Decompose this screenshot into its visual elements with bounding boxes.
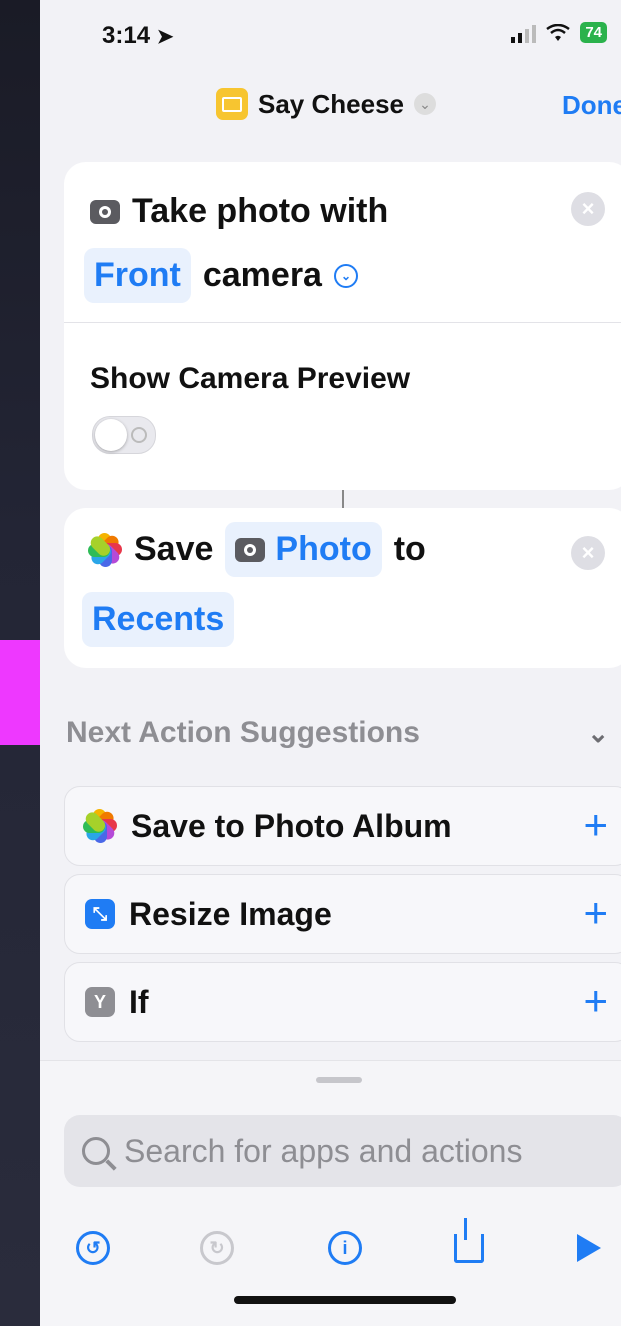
search-input[interactable]: Search for apps and actions: [64, 1115, 621, 1187]
done-button[interactable]: Done: [562, 90, 621, 121]
battery-icon: 74: [580, 22, 607, 43]
nav-header: Say Cheese ⌄ Done: [40, 88, 621, 128]
add-action-plus-icon[interactable]: +: [583, 889, 608, 937]
redo-icon[interactable]: ↻: [200, 1231, 234, 1265]
cellular-signal-icon: [511, 23, 537, 43]
camera-icon: [235, 537, 266, 562]
camera-param-row: Front camera ⌄: [84, 248, 358, 303]
photo-variable-pill[interactable]: Photo: [225, 522, 382, 577]
resize-image-icon: ⤡: [85, 899, 115, 929]
info-icon[interactable]: i: [328, 1231, 362, 1265]
action-search-sheet: Search for apps and actions ↺ ↻ i: [40, 1060, 621, 1326]
suggestion-save-to-photo-album[interactable]: Save to Photo Album +: [64, 786, 621, 866]
suggestion-label: Save to Photo Album: [131, 807, 452, 844]
camera-preview-toggle[interactable]: [92, 416, 156, 454]
toggle-knob: [95, 419, 127, 451]
suggestion-if[interactable]: Y If +: [64, 962, 621, 1042]
to-text: to: [393, 530, 426, 568]
save-photo-action-card: Save Photo to × Recents: [64, 508, 621, 668]
suggestions-title: Next Action Suggestions: [66, 716, 420, 749]
play-icon[interactable]: [572, 1231, 606, 1265]
if-branch-icon: Y: [85, 987, 115, 1017]
expand-chevron-icon[interactable]: ⌄: [333, 263, 358, 288]
take-photo-action-card: Take photo with × Front camera ⌄ Show Ca…: [64, 162, 621, 490]
shortcut-camera-icon: [216, 88, 248, 120]
recents-album-param[interactable]: Recents: [82, 592, 235, 647]
undo-icon[interactable]: ↺: [76, 1231, 110, 1265]
take-photo-text: Take photo with: [132, 192, 389, 230]
status-icons: 74: [511, 22, 607, 43]
share-icon[interactable]: [452, 1217, 486, 1265]
save-text: Save: [134, 530, 214, 568]
status-bar: 3:14 ➤ 74: [40, 0, 621, 70]
destination-row: Recents: [82, 592, 235, 647]
shortcut-title-menu[interactable]: Say Cheese ⌄: [216, 88, 436, 120]
photos-icon: [83, 809, 117, 843]
action-title-row: Take photo with: [90, 192, 388, 231]
suggestion-label: If: [129, 983, 149, 1020]
phone-screen: 3:14 ➤ 74 Say Cheese ⌄ Done Take photo w…: [40, 0, 621, 1326]
add-action-plus-icon[interactable]: +: [583, 977, 608, 1025]
suggestion-resize-image[interactable]: ⤡ Resize Image +: [64, 874, 621, 954]
toggle-off-indicator: [131, 427, 147, 443]
photos-icon: [88, 532, 122, 567]
camera-text: camera: [202, 256, 322, 294]
annotation-arrow: [0, 640, 40, 745]
search-placeholder: Search for apps and actions: [124, 1132, 523, 1169]
sheet-grabber[interactable]: [316, 1077, 362, 1083]
editor-toolbar: ↺ ↻ i: [40, 1217, 621, 1281]
search-icon: [82, 1137, 110, 1165]
home-indicator: [234, 1296, 456, 1304]
status-time: 3:14 ➤: [102, 22, 173, 50]
collapse-chevron-icon[interactable]: ⌄: [587, 718, 609, 749]
camera-icon: [90, 199, 120, 224]
show-camera-preview-label: Show Camera Preview: [90, 362, 411, 395]
remove-action-button[interactable]: ×: [571, 192, 605, 226]
shortcut-title: Say Cheese: [258, 88, 404, 119]
chevron-down-icon[interactable]: ⌄: [413, 93, 436, 115]
wifi-icon: [546, 23, 571, 41]
photo-variable-label: Photo: [275, 530, 372, 568]
suggestion-label: Resize Image: [129, 895, 332, 932]
time-text: 3:14: [102, 22, 151, 49]
location-arrow-icon: ➤: [156, 26, 174, 48]
remove-action-button[interactable]: ×: [571, 536, 605, 570]
save-row: Save Photo to: [88, 522, 426, 577]
divider: [64, 322, 621, 323]
add-action-plus-icon[interactable]: +: [583, 801, 608, 849]
action-connector-line: [342, 490, 344, 508]
front-camera-param[interactable]: Front: [84, 248, 191, 303]
